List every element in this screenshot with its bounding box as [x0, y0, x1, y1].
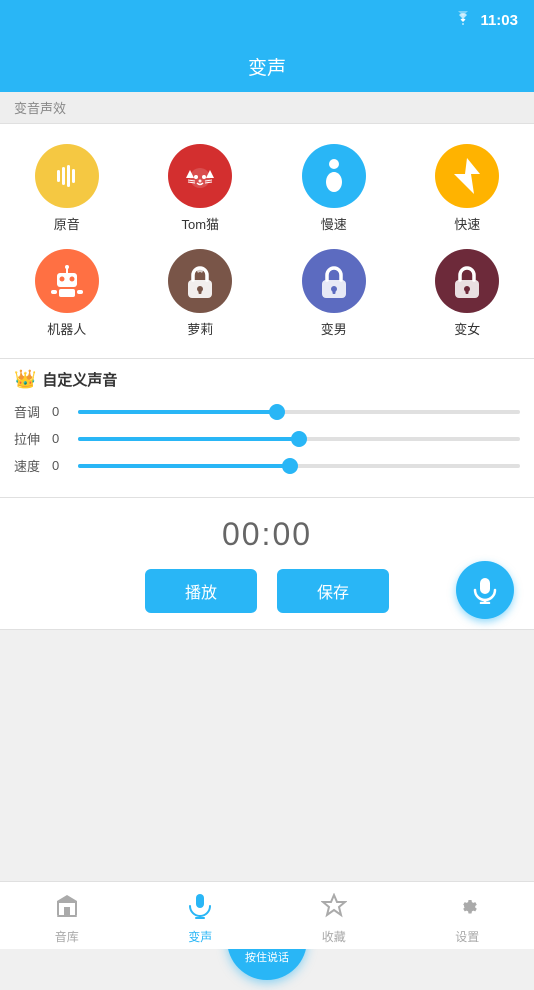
speed-track	[78, 464, 520, 468]
effect-male[interactable]: 变男	[267, 241, 401, 346]
nav-voice-change[interactable]: 变声	[134, 887, 268, 945]
crown-icon: 👑	[14, 369, 36, 390]
nav-settings[interactable]: 设置	[401, 887, 534, 945]
pitch-slider-row: 音调 0	[14, 402, 520, 421]
effects-section-label: 变音声效	[0, 92, 534, 124]
effect-robot-icon	[35, 249, 99, 313]
nav-favorites-label: 收藏	[322, 928, 346, 945]
effect-tomcat-label: Tom猫	[181, 214, 219, 233]
page-title: 变声	[248, 53, 286, 80]
app-header: 变声	[0, 40, 534, 92]
custom-voice-title: 自定义声音	[42, 369, 117, 390]
stretch-slider-row: 拉伸 0	[14, 429, 520, 448]
wifi-icon	[454, 11, 472, 30]
stretch-fill	[78, 437, 299, 441]
effects-grid: 原音 Tom猫	[0, 124, 534, 359]
bottom-nav: 音库 变声 收藏 设置	[0, 881, 534, 949]
effect-original-icon	[35, 144, 99, 208]
effect-fast-icon	[435, 144, 499, 208]
mic-fab-button[interactable]	[456, 561, 514, 619]
speed-value: 0	[52, 458, 68, 473]
pitch-fill	[78, 410, 277, 414]
status-time: 11:03	[480, 12, 518, 29]
custom-voice-section: 👑 自定义声音 音调 0 拉伸 0 速度 0	[0, 359, 534, 498]
effect-robot[interactable]: 机器人	[0, 241, 134, 346]
stretch-label: 拉伸	[14, 429, 42, 448]
effect-original-label: 原音	[54, 214, 80, 233]
effect-male-label: 变男	[321, 319, 347, 338]
nav-favorites-icon	[321, 893, 347, 925]
timer-display: 00:00	[222, 516, 312, 553]
nav-favorites[interactable]: 收藏	[267, 887, 401, 945]
record-button-label: 按住说话	[245, 949, 289, 965]
effect-fast[interactable]: 快速	[401, 136, 534, 241]
effect-molly-label: 萝莉	[187, 319, 213, 338]
effect-original[interactable]: 原音	[0, 136, 134, 241]
effect-fast-label: 快速	[454, 214, 480, 233]
effect-robot-label: 机器人	[47, 319, 86, 338]
effect-female-icon	[435, 249, 499, 313]
speed-slider-row: 速度 0	[14, 456, 520, 475]
effect-slow-label: 慢速	[321, 214, 347, 233]
nav-voice-change-label: 变声	[188, 928, 212, 945]
effect-slow[interactable]: 慢速	[267, 136, 401, 241]
effect-tomcat[interactable]: Tom猫	[134, 136, 268, 241]
nav-library-label: 音库	[55, 928, 79, 945]
nav-settings-icon	[454, 893, 480, 925]
pitch-thumb[interactable]	[269, 404, 285, 420]
stretch-thumb[interactable]	[291, 431, 307, 447]
pitch-value: 0	[52, 404, 68, 419]
save-button[interactable]: 保存	[277, 569, 389, 613]
effect-female-label: 变女	[454, 319, 480, 338]
effect-slow-icon	[302, 144, 366, 208]
effect-molly[interactable]: 萝莉	[134, 241, 268, 346]
timer-section: 00:00 播放 保存	[0, 498, 534, 630]
speed-thumb[interactable]	[282, 458, 298, 474]
nav-library[interactable]: 音库	[0, 887, 134, 945]
pitch-track	[78, 410, 520, 414]
speed-label: 速度	[14, 456, 42, 475]
effect-female[interactable]: 变女	[401, 241, 534, 346]
custom-voice-header: 👑 自定义声音	[14, 369, 520, 390]
pitch-label: 音调	[14, 402, 42, 421]
button-row: 播放 保存	[145, 569, 389, 613]
empty-area	[0, 630, 534, 880]
stretch-value: 0	[52, 431, 68, 446]
status-bar: 11:03	[0, 0, 534, 40]
effect-male-icon	[302, 249, 366, 313]
speed-fill	[78, 464, 290, 468]
stretch-track	[78, 437, 520, 441]
effect-molly-icon	[168, 249, 232, 313]
nav-library-icon	[54, 893, 80, 925]
play-button[interactable]: 播放	[145, 569, 257, 613]
effect-tomcat-icon	[168, 144, 232, 208]
nav-settings-label: 设置	[455, 928, 479, 945]
nav-voice-change-icon	[187, 893, 213, 925]
